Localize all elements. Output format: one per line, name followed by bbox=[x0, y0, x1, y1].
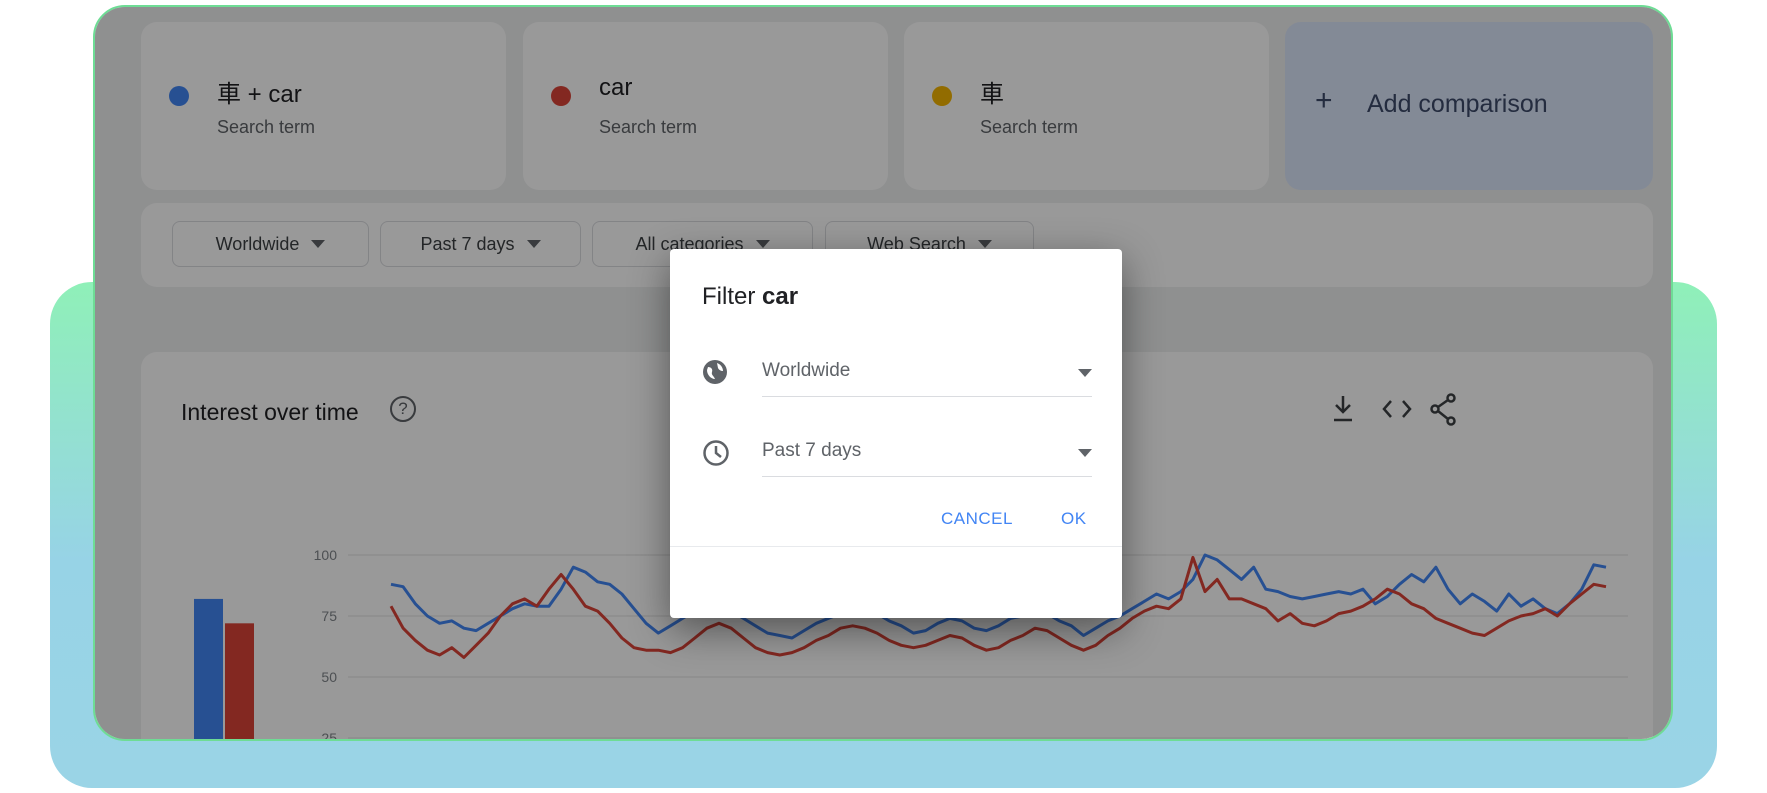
globe-icon bbox=[703, 360, 727, 384]
region-value: Worldwide bbox=[762, 360, 851, 381]
dropdown-arrow-icon bbox=[1078, 369, 1092, 377]
time-value: Past 7 days bbox=[762, 440, 862, 461]
dialog-title: Filter car bbox=[702, 283, 799, 310]
filter-dialog: Filter car Worldwide Past 7 days CANCEL … bbox=[670, 249, 1122, 618]
time-select[interactable]: Past 7 days bbox=[702, 427, 1092, 477]
ok-button[interactable]: OK bbox=[1061, 509, 1087, 529]
dialog-divider bbox=[670, 546, 1122, 547]
region-select[interactable]: Worldwide bbox=[702, 347, 1092, 397]
cancel-button[interactable]: CANCEL bbox=[941, 509, 1013, 529]
dropdown-arrow-icon bbox=[1078, 449, 1092, 457]
clock-icon bbox=[703, 440, 729, 466]
